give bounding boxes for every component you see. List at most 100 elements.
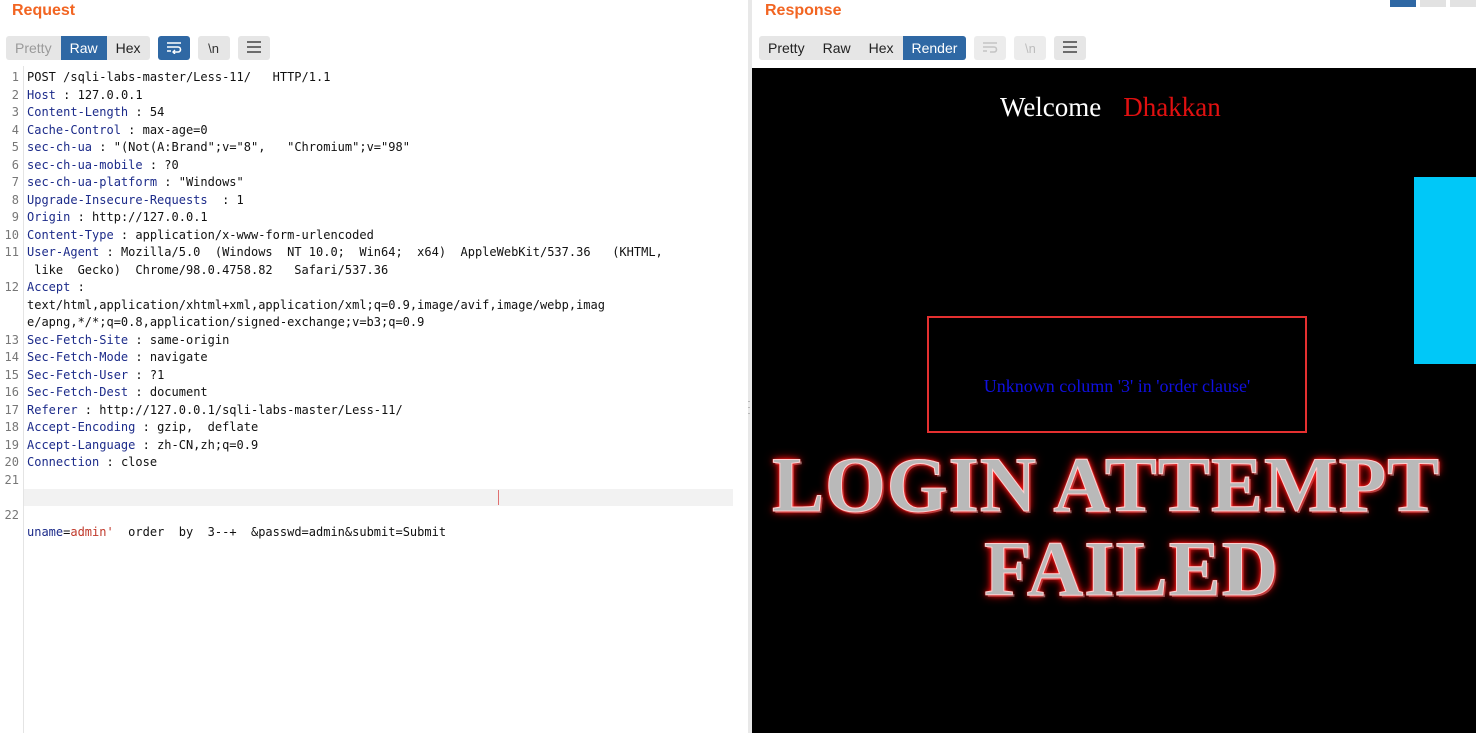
wrap-lines-icon (981, 40, 999, 57)
request-view-tabs: Pretty Raw Hex (6, 36, 150, 60)
burp-repeater: Request Pretty Raw Hex \n 1 POST /sqli-l… (0, 0, 1476, 733)
user-name: Dhakkan (1123, 92, 1221, 122)
login-form-edge (1414, 177, 1476, 364)
header-separator: : (77, 402, 100, 417)
header-name: User-Agent (27, 245, 100, 259)
tab-pretty[interactable]: Pretty (6, 36, 61, 60)
header-value: max-age=0 (142, 122, 208, 137)
header-separator: : (92, 140, 114, 154)
header-separator: : (99, 455, 121, 469)
line-number: 6 (11, 157, 19, 172)
header-value: "Windows" (178, 175, 244, 189)
line-code: Content-Type : application/x-www-form-ur… (27, 227, 374, 245)
header-value: application/x-www-form-urlencoded (135, 227, 374, 242)
request-body-line[interactable]: 22 uname=admin' order by 3--+ &passwd=ad… (0, 489, 748, 559)
line-code: POST /sqli-labs-master/Less-11/ HTTP/1.1 (27, 69, 330, 87)
header-name: Sec-Fetch-Site (27, 332, 129, 347)
header-separator: : (128, 367, 150, 382)
line-number: 13 (4, 332, 19, 347)
header-name: Origin (27, 210, 71, 224)
line-number: 17 (4, 402, 19, 417)
menu-button[interactable] (237, 36, 270, 60)
rendered-response: Welcome Dhakkan Unknown column '3' in 'or… (752, 68, 1476, 733)
line-code: Cache-Control : max-age=0 (27, 122, 208, 140)
header-value: navigate (149, 350, 208, 364)
header-name: Connection (27, 455, 100, 469)
line-number: 16 (4, 385, 19, 399)
show-newlines-button[interactable]: \n (1014, 36, 1047, 60)
wrap-lines-icon (165, 40, 183, 57)
header-separator: : (128, 105, 150, 119)
line-code: Accept-Encoding : gzip, deflate (27, 419, 258, 437)
header-separator: : (70, 280, 85, 294)
tab-hex[interactable]: Hex (860, 36, 903, 60)
header-separator: : (135, 437, 158, 452)
header-name: Referer (27, 402, 78, 417)
header-value: like Gecko) Chrome/98.0.4758.82 Safari/5… (27, 262, 389, 277)
header-separator: : (99, 245, 121, 259)
tab-raw[interactable]: Raw (60, 36, 107, 60)
hamburger-menu-icon (246, 40, 262, 56)
wrap-lines-button[interactable] (974, 36, 1007, 60)
request-title: Request (12, 2, 76, 19)
line-number: 15 (4, 367, 19, 382)
line-code: Accept-Language : zh-CN,zh;q=0.9 (27, 437, 258, 455)
header-name: Accept-Language (27, 437, 136, 452)
param-rest: order by 3--+ &passwd=admin&submit=Submi… (113, 525, 447, 539)
line-code: Accept : (27, 279, 85, 297)
header-value: ?0 (164, 157, 179, 172)
header-value: zh-CN,zh;q=0.9 (157, 437, 259, 452)
header-separator: : (128, 332, 150, 347)
header-value: same-origin (149, 332, 230, 347)
param-value: admin' (70, 525, 114, 539)
header-separator: : (113, 227, 136, 242)
line-code: sec-ch-ua-platform : "Windows" (27, 174, 244, 192)
header-value: text/html,application/xhtml+xml,applicat… (27, 297, 605, 312)
response-view-tabs: Pretty Raw Hex Render (759, 36, 967, 60)
line-code: Connection : close (27, 454, 157, 472)
splitter-grip-icon[interactable]: · · · (747, 397, 751, 418)
tab-pretty[interactable]: Pretty (759, 36, 814, 60)
header-name: Cache-Control (27, 122, 121, 137)
line-number: 21 (4, 472, 19, 487)
response-title: Response (765, 2, 842, 19)
header-name: sec-ch-ua (27, 140, 93, 154)
layout-side-by-side-icon[interactable] (1390, 0, 1416, 7)
header-value: http://127.0.0.1 (92, 210, 208, 224)
wrap-lines-button[interactable] (157, 36, 190, 60)
line-number: 20 (4, 455, 19, 469)
menu-button[interactable] (1054, 36, 1087, 60)
line-code: e/apng,*/*;q=0.8,application/signed-exch… (27, 314, 424, 332)
line-number: 9 (11, 210, 19, 224)
request-editor[interactable]: 1 POST /sqli-labs-master/Less-11/ HTTP/1.… (0, 66, 748, 733)
tab-render[interactable]: Render (902, 36, 967, 60)
header-separator: : (135, 420, 158, 434)
layout-top-bottom-icon[interactable] (1420, 0, 1446, 7)
header-value: close (120, 455, 158, 469)
header-separator: : (70, 210, 93, 224)
header-name: Sec-Fetch-Mode (27, 350, 129, 364)
tab-raw[interactable]: Raw (814, 36, 860, 60)
header-value: gzip, deflate (157, 420, 259, 434)
header-value: 127.0.0.1 (77, 87, 143, 102)
show-newlines-button[interactable]: \n (197, 36, 230, 60)
tab-hex[interactable]: Hex (107, 36, 150, 60)
header-separator: : (55, 87, 78, 102)
line-code: Sec-Fetch-Mode : navigate (27, 349, 208, 367)
layout-tabs-icon[interactable] (1450, 0, 1476, 7)
header-name: Content-Type (27, 227, 114, 242)
line-code: Sec-Fetch-User : ?1 (27, 367, 164, 385)
welcome-heading: Welcome Dhakkan (1000, 92, 1221, 123)
line-code: Content-Length : 54 (27, 104, 164, 122)
line-number: 1 (11, 70, 19, 84)
header-separator: : (128, 350, 150, 364)
login-failed-banner-line2: FAILED (984, 525, 1279, 613)
header-name: Accept (27, 280, 71, 294)
header-value: 1 (236, 192, 244, 207)
line-number: 3 (11, 105, 19, 119)
response-pane: Response Pretty Raw Hex Render \n Welcom… (752, 0, 1476, 733)
line-code: Host : 127.0.0.1 (27, 87, 143, 105)
line-number: 5 (11, 140, 19, 154)
header-value: 54 (149, 105, 165, 119)
line-number: 2 (11, 87, 19, 102)
